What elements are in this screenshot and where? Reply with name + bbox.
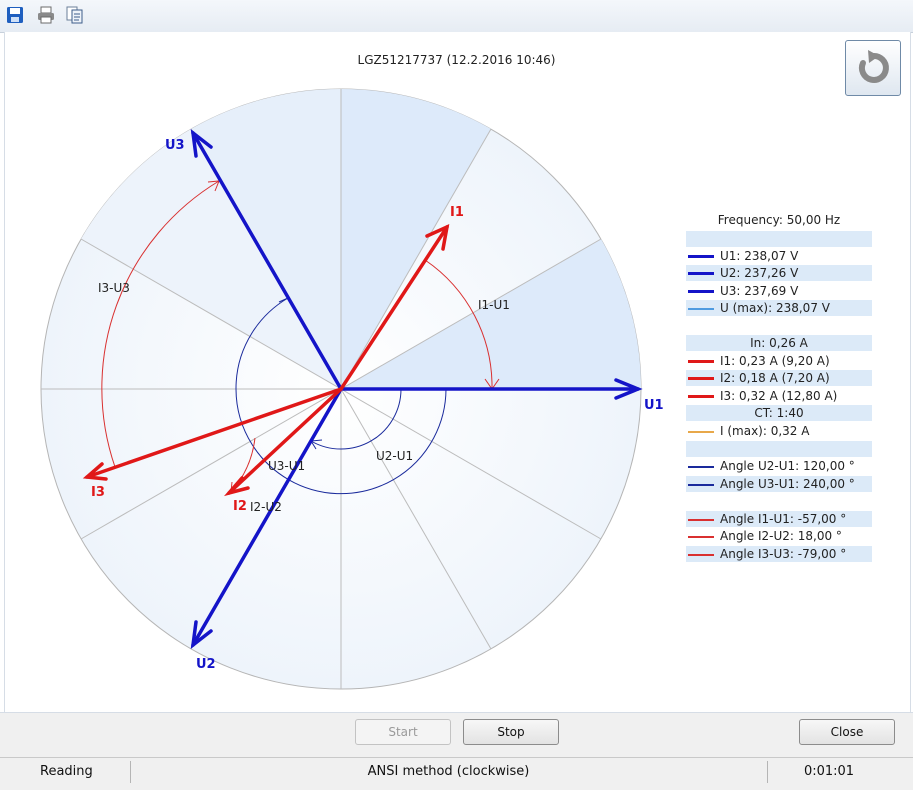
label-u1: U1 — [644, 398, 664, 413]
label-u3: U3 — [165, 138, 185, 153]
legend-angle-i2-u2-text: Angle I2-U2: 18,00 ° — [720, 529, 842, 543]
legend-swatch-i2 — [688, 377, 714, 380]
label-angle-u2-u1: U2-U1 — [376, 449, 413, 463]
legend-frequency: Frequency: 50,00 Hz — [686, 212, 872, 228]
legend-umax: U (max): 238,07 V — [686, 300, 872, 316]
legend-swatch-angle-i2-u2 — [688, 536, 714, 538]
legend-swatch-i1 — [688, 360, 714, 363]
legend-angle-i1-u1-text: Angle I1-U1: -57,00 ° — [720, 512, 847, 526]
label-i1: I1 — [450, 205, 464, 220]
legend-swatch-u2 — [688, 272, 714, 275]
status-elapsed: 0:01:01 — [803, 764, 855, 779]
legend-angle-u2-u1: Angle U2-U1: 120,00 ° — [686, 458, 872, 474]
legend-angle-i2-u2: Angle I2-U2: 18,00 ° — [686, 528, 872, 544]
legend-imax-text: I (max): 0,32 A — [720, 424, 810, 438]
legend-u3-text: U3: 237,69 V — [720, 284, 799, 298]
legend-swatch-u3 — [688, 290, 714, 293]
legend-swatch-i3 — [688, 395, 714, 398]
legend-angle-i1-u1: Angle I1-U1: -57,00 ° — [686, 511, 872, 527]
legend-u3: U3: 237,69 V — [686, 283, 872, 299]
legend-swatch-u1 — [688, 255, 714, 258]
legend-in: In: 0,26 A — [686, 335, 872, 351]
status-method: ANSI method (clockwise) — [367, 764, 530, 779]
label-angle-u3-u1: U3-U1 — [268, 459, 305, 473]
legend-i3-text: I3: 0,32 A (12,80 A) — [720, 389, 838, 403]
legend-i3: I3: 0,32 A (12,80 A) — [686, 388, 872, 404]
legend-i2-text: I2: 0,18 A (7,20 A) — [720, 371, 830, 385]
legend-in-text: In: 0,26 A — [750, 336, 808, 350]
legend-ct-text: CT: 1:40 — [754, 406, 804, 420]
label-i2: I2 — [233, 499, 247, 514]
label-angle-i2-u2: I2-U2 — [250, 500, 282, 514]
legend-spacer — [686, 231, 872, 247]
stop-button[interactable]: Stop — [463, 719, 559, 745]
legend-frequency-text: Frequency: 50,00 Hz — [717, 213, 841, 227]
legend-u1: U1: 238,07 V — [686, 248, 872, 264]
legend-imax: I (max): 0,32 A — [686, 423, 872, 439]
legend-u2-text: U2: 237,26 V — [720, 266, 799, 280]
legend-swatch-angle-u2-u1 — [688, 466, 714, 468]
legend-angle-u3-u1: Angle U3-U1: 240,00 ° — [686, 476, 872, 492]
button-bar: Start Stop Close — [0, 712, 913, 758]
label-u2: U2 — [196, 657, 216, 672]
legend-i2: I2: 0,18 A (7,20 A) — [686, 370, 872, 386]
legend-angle-i3-u3: Angle I3-U3: -79,00 ° — [686, 546, 872, 562]
legend-swatch-imax — [688, 431, 714, 433]
legend-swatch-angle-u3-u1 — [688, 484, 714, 486]
label-angle-i1-u1: I1-U1 — [478, 298, 510, 312]
close-button[interactable]: Close — [799, 719, 895, 745]
legend-angle-u2-u1-text: Angle U2-U1: 120,00 ° — [720, 459, 855, 473]
legend-angle-u3-u1-text: Angle U3-U1: 240,00 ° — [720, 477, 855, 491]
legend-umax-text: U (max): 238,07 V — [720, 301, 830, 315]
legend-angle-i3-u3-text: Angle I3-U3: -79,00 ° — [720, 547, 847, 561]
legend-u1-text: U1: 238,07 V — [720, 249, 799, 263]
label-i3: I3 — [91, 485, 105, 500]
status-bar: Reading ANSI method (clockwise) 0:01:01 — [0, 757, 913, 790]
status-state: Reading — [40, 764, 93, 779]
legend-swatch-angle-i1-u1 — [688, 519, 714, 521]
label-angle-i3-u3: I3-U3 — [98, 281, 130, 295]
legend-u2: U2: 237,26 V — [686, 265, 872, 281]
legend-i1: I1: 0,23 A (9,20 A) — [686, 353, 872, 369]
legend-swatch-angle-i3-u3 — [688, 554, 714, 556]
legend-swatch-umax — [688, 308, 714, 310]
legend-ct: CT: 1:40 — [686, 405, 872, 421]
start-button[interactable]: Start — [355, 719, 451, 745]
legend-i1-text: I1: 0,23 A (9,20 A) — [720, 354, 830, 368]
legend-spacer — [686, 441, 872, 457]
